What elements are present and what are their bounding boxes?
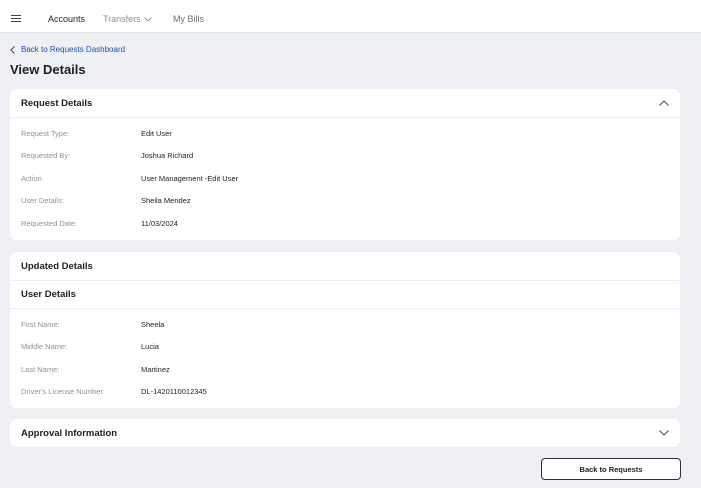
approval-information-title: Approval Information [21, 427, 118, 439]
detail-label: First Name: [21, 319, 60, 329]
detail-value: User Management -Edit User [141, 173, 239, 183]
detail-label: Requested Date: [21, 218, 78, 228]
approval-information-card: Approval Information [10, 419, 680, 447]
detail-value: 11/03/2024 [141, 218, 178, 228]
updated-details-header: Updated Details [10, 252, 680, 281]
detail-row: Last Name: Martinez [10, 358, 680, 381]
request-details-header[interactable]: Request Details [10, 89, 680, 118]
request-details-title: Request Details [21, 97, 93, 109]
user-details-subheader: User Details [10, 281, 680, 309]
detail-label: Request Type: [21, 128, 70, 138]
approval-information-header[interactable]: Approval Information [10, 419, 680, 447]
page-title: View Details [10, 62, 86, 77]
detail-row: Action User Management -Edit User [10, 167, 680, 190]
detail-row: Driver's License Number: DL-142011001234… [10, 381, 680, 404]
back-to-dashboard-link[interactable]: Back to Requests Dashboard [10, 45, 125, 54]
chevron-left-icon [10, 45, 15, 54]
detail-label: Middle Name: [21, 342, 68, 352]
nav-transfers-label: Transfers [103, 14, 141, 24]
nav-accounts[interactable]: Accounts [48, 14, 85, 24]
detail-row: Requested Date: 11/03/2024 [10, 212, 680, 235]
detail-label: Action [21, 173, 42, 183]
detail-row: Middle Name: Lucia [10, 336, 680, 359]
detail-label: Requested By: [21, 151, 71, 161]
top-nav-bar: Accounts Transfers My Bills [0, 0, 701, 33]
detail-label: Driver's License Number: [21, 387, 105, 397]
detail-value: DL-1420110012345 [141, 387, 207, 397]
detail-row: User Details: Sheila Mendez [10, 190, 680, 213]
detail-value: Joshua Richard [141, 151, 194, 161]
user-details-title: User Details [21, 289, 76, 300]
detail-row: Requested By: Joshua Richard [10, 145, 680, 168]
back-link-label: Back to Requests Dashboard [21, 45, 126, 54]
detail-value: Lucia [141, 342, 159, 352]
chevron-down-icon [143, 17, 152, 22]
back-to-requests-button[interactable]: Back to Requests [541, 458, 681, 480]
detail-value: Edit User [141, 128, 172, 138]
detail-value: Sheela [141, 319, 165, 329]
detail-label: Last Name: [21, 364, 60, 374]
request-details-card: Request Details Request Type: Edit User … [10, 89, 680, 240]
chevron-down-icon[interactable] [659, 430, 669, 436]
nav-transfers[interactable]: Transfers [103, 14, 152, 24]
updated-details-card: Updated Details User Details First Name:… [10, 252, 680, 408]
hamburger-menu-icon[interactable] [11, 15, 21, 22]
nav-my-bills[interactable]: My Bills [173, 14, 204, 24]
detail-label: User Details: [21, 196, 64, 206]
detail-value: Sheila Mendez [141, 196, 191, 206]
detail-row: Request Type: Edit User [10, 122, 680, 145]
detail-value: Martinez [141, 364, 170, 374]
detail-row: First Name: Sheela [10, 313, 680, 336]
updated-details-title: Updated Details [21, 260, 93, 272]
chevron-up-icon[interactable] [659, 100, 669, 106]
